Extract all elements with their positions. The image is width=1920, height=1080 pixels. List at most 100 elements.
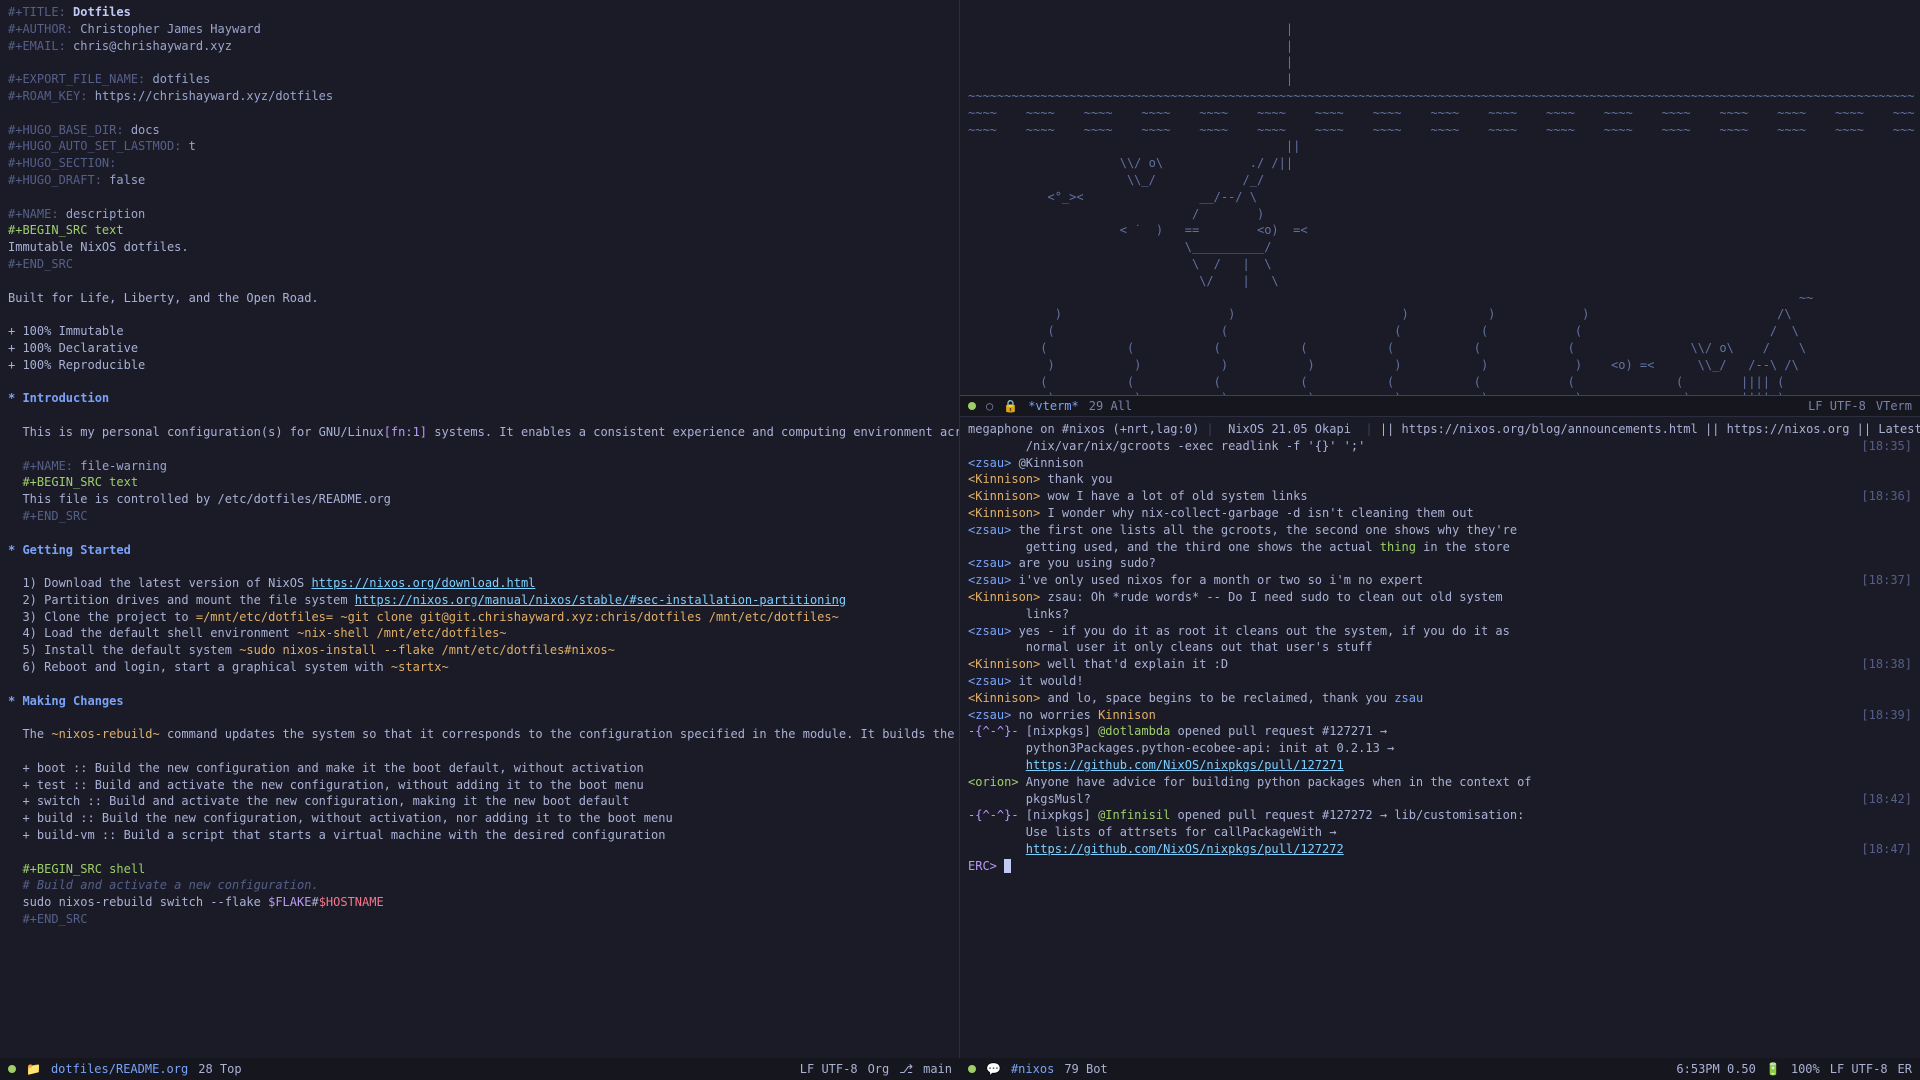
nick-zsau[interactable]: <zsau>	[968, 523, 1011, 537]
step-1: 1) Download the latest version of NixOS	[22, 576, 311, 590]
erc-buffer[interactable]: megaphone on #nixos (+nrt,lag:0) | NixOS…	[960, 417, 1920, 1058]
buffer-position: 28 Top	[198, 1061, 241, 1078]
code-path: =/mnt/etc/dotfiles=	[196, 610, 333, 624]
item-build: + build :: Build the new configuration, …	[22, 811, 672, 825]
buffer-name[interactable]: #nixos	[1011, 1061, 1054, 1078]
meta-export-key: #+EXPORT_FILE_NAME:	[8, 72, 145, 86]
timestamp: [18:37]	[1861, 572, 1912, 589]
step-6: 6) Reboot and login, start a graphical s…	[22, 660, 390, 674]
right-column: | | | | ~~~~~~~~~~~~~~~~~~~~~~~~~~~~~~~~…	[960, 0, 1920, 1058]
nick-zsau[interactable]: <zsau>	[968, 624, 1011, 638]
step-2: 2) Partition drives and mount the file s…	[22, 593, 354, 607]
heading-making-changes[interactable]: * Making Changes	[8, 694, 124, 708]
shell-comment: # Build and activate a new configuration…	[22, 878, 318, 892]
circle-icon: ○	[986, 398, 993, 415]
link-nixos-partitioning[interactable]: https://nixos.org/manual/nixos/stable/#s…	[355, 593, 846, 607]
nick-bot[interactable]: -{^-^}-	[968, 724, 1019, 738]
link-nixos-download[interactable]: https://nixos.org/download.html	[311, 576, 535, 590]
nick-kinnison[interactable]: <Kinnison>	[968, 472, 1040, 486]
making-text: command updates the system so that it co…	[160, 727, 960, 741]
timestamp: [18:38]	[1861, 656, 1912, 673]
vterm-buffer[interactable]: | | | | ~~~~~~~~~~~~~~~~~~~~~~~~~~~~~~~~…	[960, 0, 1920, 395]
meta-email-val: chris@chrishayward.xyz	[73, 39, 232, 53]
major-mode: VTerm	[1876, 398, 1912, 415]
irc-topic: NixOS 21.05 Okapi	[1214, 422, 1366, 436]
gh-user[interactable]: @Infinisil	[1098, 808, 1170, 822]
msg: yes - if you do it as root it cleans out…	[1011, 624, 1510, 638]
msg: well that'd explain it :D	[1040, 657, 1228, 671]
modeline-right: 💬 #nixos 79 Bot 6:53PM 0.50 🔋 100% LF UT…	[960, 1058, 1920, 1080]
shell-hash: #	[311, 895, 318, 909]
link-pr-127272[interactable]: https://github.com/NixOS/nixpkgs/pull/12…	[1026, 842, 1344, 856]
msg: pkgsMusl?	[968, 792, 1091, 806]
meta-hugosection-key: #+HUGO_SECTION:	[8, 156, 116, 170]
status-dot-icon	[968, 1065, 976, 1073]
timestamp: [18:42]	[1861, 791, 1912, 808]
msg: wow I have a lot of old system links	[1040, 489, 1307, 503]
nick-kinnison[interactable]: <Kinnison>	[968, 489, 1040, 503]
file-warning-body: This file is controlled by /etc/dotfiles…	[22, 492, 390, 506]
nick-zsau[interactable]: <zsau>	[968, 573, 1011, 587]
encoding: LF UTF-8	[800, 1061, 858, 1078]
clock: 6:53PM 0.50	[1676, 1061, 1755, 1078]
msg: [nixpkgs]	[1019, 808, 1098, 822]
nick-kinnison[interactable]: <Kinnison>	[968, 691, 1040, 705]
vterm-modeline: ○ 🔒 *vterm* 29 All LF UTF-8 VTerm	[960, 395, 1920, 417]
nick-kinnison[interactable]: <Kinnison>	[968, 657, 1040, 671]
timestamp: [18:36]	[1861, 488, 1912, 505]
nick-zsau[interactable]: <zsau>	[968, 674, 1011, 688]
msg: opened pull request #127271 →	[1170, 724, 1387, 738]
status-dot-icon	[8, 1065, 16, 1073]
nick-zsau[interactable]: <zsau>	[968, 556, 1011, 570]
code-clone: ~git clone git@git.chrishayward.xyz:chri…	[333, 610, 839, 624]
meta-hugobase-val: docs	[131, 123, 160, 137]
msg: no worries	[1011, 708, 1098, 722]
buffer-name[interactable]: *vterm*	[1028, 398, 1079, 415]
cursor[interactable]	[1004, 859, 1011, 873]
timestamp: [18:35]	[1861, 438, 1912, 455]
battery-pct: 100%	[1791, 1061, 1820, 1078]
modeline-left: 📁 dotfiles/README.org 28 Top LF UTF-8 Or…	[0, 1058, 960, 1080]
ascii-art: | | | | ~~~~~~~~~~~~~~~~~~~~~~~~~~~~~~~~…	[968, 21, 1912, 395]
msg: the first one lists all the gcroots, the…	[1011, 523, 1517, 537]
nick-kinnison[interactable]: <Kinnison>	[968, 506, 1040, 520]
nick-orion[interactable]: <orion>	[968, 775, 1019, 789]
meta-hugodraft-val: false	[109, 173, 145, 187]
mention[interactable]: Kinnison	[1098, 708, 1156, 722]
meta-hugolastmod-val: t	[189, 139, 196, 153]
meta-name-key: #+NAME:	[8, 207, 59, 221]
major-mode: ER	[1898, 1061, 1912, 1078]
gh-user[interactable]: @dotlambda	[1098, 724, 1170, 738]
end-src3: #+END_SRC	[22, 912, 87, 926]
nick-bot[interactable]: -{^-^}-	[968, 808, 1019, 822]
footnote-1[interactable]: [fn:1]	[384, 425, 427, 439]
nick-zsau[interactable]: <zsau>	[968, 708, 1011, 722]
msg: opened pull request #127272 → lib/custom…	[1170, 808, 1524, 822]
nick-kinnison[interactable]: <Kinnison>	[968, 590, 1040, 604]
status-dot-icon	[968, 402, 976, 410]
git-branch[interactable]: main	[923, 1061, 952, 1078]
erc-prompt[interactable]: ERC>	[968, 859, 1004, 873]
msg: in the store	[1416, 540, 1510, 554]
heading-introduction[interactable]: * Introduction	[8, 391, 109, 405]
heading-getting-started[interactable]: * Getting Started	[8, 543, 131, 557]
msg: it would!	[1011, 674, 1083, 688]
timestamp: [18:39]	[1861, 707, 1912, 724]
end-src: #+END_SRC	[8, 257, 73, 271]
bullet-declarative: + 100% Declarative	[8, 341, 138, 355]
nick-zsau[interactable]: <zsau>	[968, 456, 1011, 470]
link-pr-127271[interactable]: https://github.com/NixOS/nixpkgs/pull/12…	[1026, 758, 1344, 772]
org-buffer[interactable]: #+TITLE: Dotfiles #+AUTHOR: Christopher …	[0, 0, 960, 1058]
tagline: Built for Life, Liberty, and the Open Ro…	[8, 291, 319, 305]
making-text: The	[22, 727, 51, 741]
folder-icon: 📁	[26, 1061, 41, 1078]
mention[interactable]: zsau	[1394, 691, 1423, 705]
meta-name-val: description	[66, 207, 145, 221]
meta-author-val: Christopher James Hayward	[80, 22, 261, 36]
msg: zsau: Oh *rude words* -- Do I need sudo …	[1040, 590, 1502, 604]
msg: are you using sudo?	[1011, 556, 1156, 570]
file-name[interactable]: dotfiles/README.org	[51, 1061, 188, 1078]
org-content[interactable]: #+TITLE: Dotfiles #+AUTHOR: Christopher …	[8, 4, 951, 928]
highlight: thing	[1380, 540, 1416, 554]
irc-log[interactable]: megaphone on #nixos (+nrt,lag:0) | NixOS…	[968, 421, 1912, 875]
